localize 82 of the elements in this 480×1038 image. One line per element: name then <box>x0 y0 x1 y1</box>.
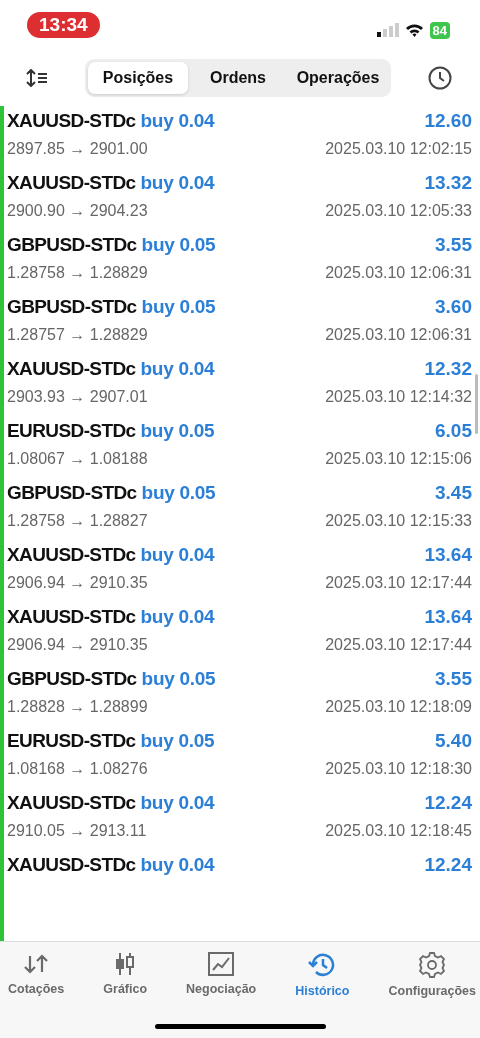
profit-value: 3.55 <box>435 668 472 690</box>
symbol-name: XAUUSD-STDc <box>7 358 136 380</box>
profit-value: 3.55 <box>435 234 472 256</box>
segment-tab[interactable]: Ordens <box>188 62 288 94</box>
profit-value: 5.40 <box>435 730 472 752</box>
deal-time: 2025.03.10 12:06:31 <box>325 326 472 344</box>
symbol-name: XAUUSD-STDc <box>7 110 136 132</box>
profit-value: 12.24 <box>424 792 472 814</box>
profit-value: 3.45 <box>435 482 472 504</box>
price-range: 1.08067 → 1.08188 <box>7 450 148 468</box>
symbol-name: EURUSD-STDc <box>7 730 136 752</box>
deal-time: 2025.03.10 12:02:15 <box>325 140 472 158</box>
signal-icon <box>376 23 399 37</box>
symbol-name: GBPUSD-STDc <box>7 234 137 256</box>
deal-time: 2025.03.10 12:18:09 <box>325 698 472 716</box>
order-volume: buy 0.05 <box>140 420 215 442</box>
tab-bar-item[interactable]: Configurações <box>388 952 476 998</box>
history-icon <box>308 952 337 978</box>
clock-time: 13:34 <box>27 12 100 38</box>
order-volume: buy 0.05 <box>141 668 216 690</box>
deal-time: 2025.03.10 12:18:45 <box>325 822 472 840</box>
order-volume: buy 0.05 <box>140 730 215 752</box>
order-volume: buy 0.05 <box>141 234 216 256</box>
order-volume: buy 0.05 <box>141 296 216 318</box>
symbol-name: GBPUSD-STDc <box>7 668 137 690</box>
deal-time: 2025.03.10 12:06:31 <box>325 264 472 282</box>
symbol-name: XAUUSD-STDc <box>7 792 136 814</box>
scroll-bar[interactable] <box>475 374 478 434</box>
deal-time: 2025.03.10 12:05:33 <box>325 202 472 220</box>
profit-value: 12.24 <box>424 854 472 876</box>
order-volume: buy 0.05 <box>141 482 216 504</box>
deal-time: 2025.03.10 12:18:30 <box>325 760 472 778</box>
segment-tab[interactable]: Posições <box>88 62 188 94</box>
line-chart-icon <box>208 952 235 976</box>
price-range: 1.28758 → 1.28829 <box>7 264 148 282</box>
order-volume: buy 0.04 <box>140 792 215 814</box>
symbol-name: GBPUSD-STDc <box>7 296 137 318</box>
price-range: 1.28757 → 1.28829 <box>7 326 148 344</box>
wifi-icon <box>404 23 424 37</box>
order-volume: buy 0.04 <box>140 544 215 566</box>
order-volume: buy 0.04 <box>140 606 215 628</box>
tab-bar-item[interactable]: Gráfico <box>103 952 148 998</box>
price-range: 1.28828 → 1.28899 <box>7 698 148 716</box>
profit-value: 6.05 <box>435 420 472 442</box>
deal-time: 2025.03.10 12:15:33 <box>325 512 472 530</box>
order-volume: buy 0.04 <box>140 358 215 380</box>
price-range: 2906.94 → 2910.35 <box>7 574 148 592</box>
battery-level: 84 <box>429 21 450 39</box>
symbol-name: XAUUSD-STDc <box>7 854 136 876</box>
deal-time: 2025.03.10 12:17:44 <box>325 636 472 654</box>
order-volume: buy 0.04 <box>140 110 215 132</box>
symbol-name: XAUUSD-STDc <box>7 172 136 194</box>
clock-icon[interactable] <box>428 66 452 90</box>
profit-value: 12.60 <box>424 110 472 132</box>
symbol-name: EURUSD-STDc <box>7 420 136 442</box>
deal-time: 2025.03.10 12:14:32 <box>325 388 472 406</box>
settings-icon <box>419 952 446 978</box>
symbol-name: XAUUSD-STDc <box>7 606 136 628</box>
profit-value: 13.32 <box>424 172 472 194</box>
price-range: 2897.85 → 2901.00 <box>7 140 148 158</box>
order-volume: buy 0.04 <box>140 172 215 194</box>
tab-bar-item[interactable]: Negociação <box>186 952 257 998</box>
deal-time: 2025.03.10 12:15:06 <box>325 450 472 468</box>
sort-icon[interactable] <box>26 69 48 87</box>
price-range: 2900.90 → 2904.23 <box>7 202 148 220</box>
price-range: 1.08168 → 1.08276 <box>7 760 148 778</box>
profit-value: 12.32 <box>424 358 472 380</box>
tab-bar-item[interactable]: Cotações <box>8 952 65 998</box>
profit-value: 3.60 <box>435 296 472 318</box>
price-range: 2906.94 → 2910.35 <box>7 636 148 654</box>
profit-value: 13.64 <box>424 606 472 628</box>
profit-value: 13.64 <box>424 544 472 566</box>
price-range: 1.28758 → 1.28827 <box>7 512 148 530</box>
symbol-name: XAUUSD-STDc <box>7 544 136 566</box>
symbol-name: GBPUSD-STDc <box>7 482 137 504</box>
arrows-icon <box>23 952 50 976</box>
price-range: 2910.05 → 2913.11 <box>7 822 147 840</box>
order-volume: buy 0.04 <box>140 854 215 876</box>
price-range: 2903.93 → 2907.01 <box>7 388 148 406</box>
tab-bar-item[interactable]: Histórico <box>295 952 350 998</box>
segment-tab[interactable]: Operações <box>288 62 388 94</box>
deal-time: 2025.03.10 12:17:44 <box>325 574 472 592</box>
